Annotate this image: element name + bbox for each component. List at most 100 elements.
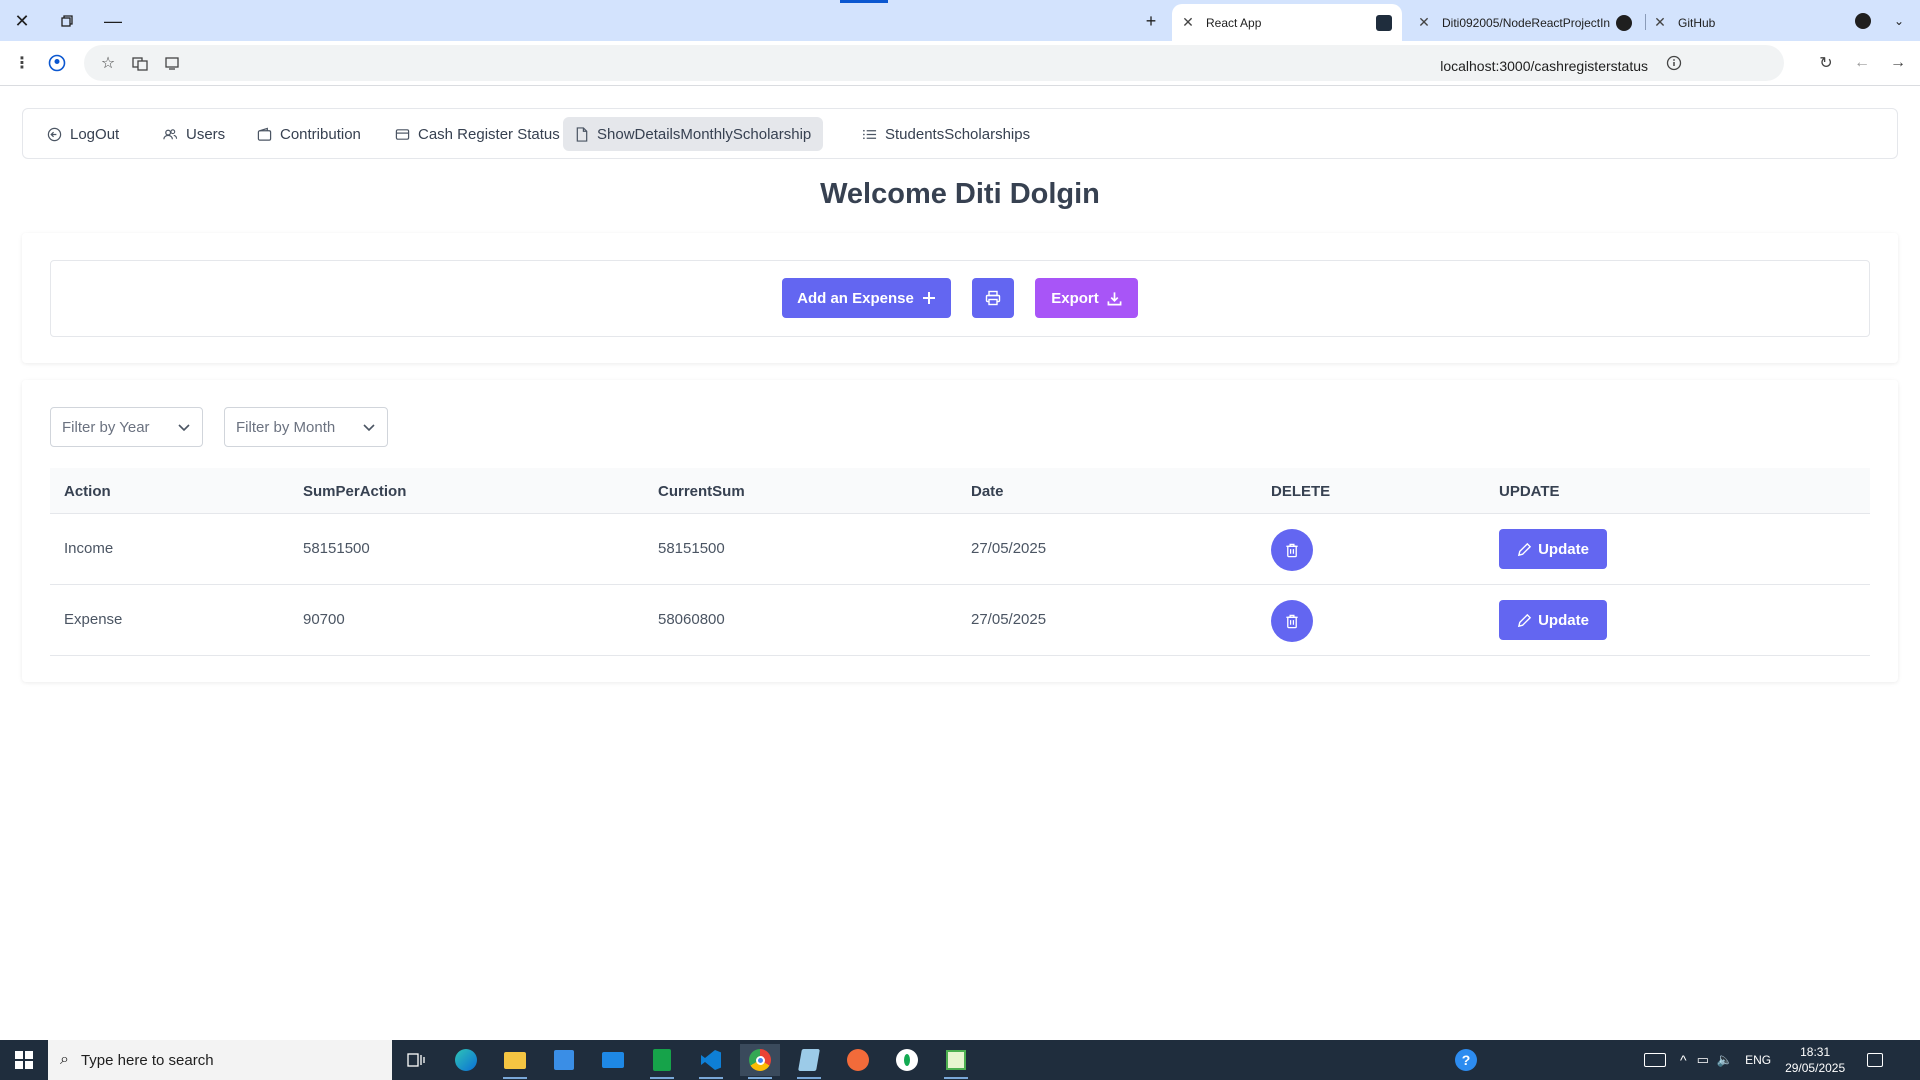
- logout-icon: [47, 127, 62, 141]
- new-tab-button[interactable]: +: [1138, 8, 1164, 34]
- nav-label: Users: [186, 125, 226, 143]
- column-header: Action: [64, 483, 111, 500]
- filter-year-placeholder: Filter by Year: [62, 418, 150, 436]
- trash-icon: [1286, 614, 1298, 628]
- update-button[interactable]: Update: [1499, 529, 1607, 569]
- bookmark-star-icon[interactable]: ☆: [98, 53, 118, 73]
- column-header: SumPerAction: [303, 483, 407, 500]
- column-header: Date: [971, 483, 1004, 500]
- clock[interactable]: 18:31 29/05/2025: [1785, 1044, 1845, 1076]
- nav-label: LogOut: [70, 125, 120, 143]
- cast-icon[interactable]: [162, 53, 182, 73]
- close-tab-icon[interactable]: ✕: [1414, 14, 1434, 31]
- task-view-icon[interactable]: [396, 1044, 436, 1076]
- back-arrow-icon[interactable]: ←: [1852, 53, 1872, 73]
- page-title: Welcome Diti Dolgin: [820, 178, 1100, 210]
- browser-tab-github-repo[interactable]: ✕ Diti092005/NodeReactProjectIn: [1414, 4, 1644, 41]
- forward-arrow-icon[interactable]: →: [1888, 53, 1908, 73]
- browser-tab-github[interactable]: ✕ GitHub: [1650, 4, 1770, 41]
- actions-toolbar: [50, 260, 1870, 337]
- nav-item-logout[interactable]: LogOut: [35, 117, 131, 151]
- nav-label: StudentsScholarships: [885, 125, 1031, 143]
- cell-date: 27/05/2025: [971, 611, 1047, 628]
- notepad-icon[interactable]: [789, 1044, 829, 1079]
- browser-tab-strip: ✕ — + ✕ React App ✕ Diti092005/NodeReact…: [0, 0, 1920, 41]
- taskbar-search-input[interactable]: ⌕ Type here to search: [48, 1040, 392, 1080]
- nav-item-students-scholarships[interactable]: StudentsScholarships: [850, 117, 1042, 151]
- delete-button[interactable]: [1271, 600, 1313, 642]
- delete-button[interactable]: [1271, 529, 1313, 571]
- nav-label: Contribution: [280, 125, 361, 143]
- vscode-icon[interactable]: [691, 1044, 731, 1079]
- microsoft-store-icon[interactable]: [544, 1044, 584, 1076]
- export-button[interactable]: Export: [1035, 278, 1138, 318]
- nav-label: ShowDetailsMonthlyScholarship: [597, 125, 812, 143]
- tab-search-chevron-icon[interactable]: ⌄: [1886, 8, 1912, 34]
- project-app-icon[interactable]: [642, 1044, 682, 1079]
- close-window-icon[interactable]: ✕: [9, 8, 35, 34]
- add-expense-button[interactable]: Add an Expense: [782, 278, 951, 318]
- list-icon: [863, 129, 877, 139]
- volume-icon[interactable]: 🔈: [1717, 1052, 1733, 1068]
- mail-icon[interactable]: [593, 1044, 633, 1076]
- column-header: CurrentSum: [658, 483, 745, 500]
- file-explorer-icon[interactable]: [495, 1044, 535, 1079]
- chrome-icon[interactable]: [740, 1044, 780, 1079]
- mongodb-compass-icon[interactable]: [887, 1044, 927, 1076]
- tab-separator: [1645, 14, 1646, 30]
- nav-item-show-details-monthly-scholarship[interactable]: ShowDetailsMonthlyScholarship: [563, 117, 824, 151]
- keyboard-icon[interactable]: [1644, 1053, 1666, 1067]
- trash-icon: [1286, 543, 1298, 557]
- help-icon[interactable]: ?: [1446, 1044, 1486, 1076]
- browser-tab-react-app[interactable]: ✕ React App: [1172, 4, 1402, 41]
- notifications-icon[interactable]: [1867, 1053, 1884, 1067]
- table-header: Action SumPerAction CurrentSum Date DELE…: [50, 468, 1870, 514]
- plus-icon: [922, 292, 935, 304]
- tray-expand-icon[interactable]: ^: [1680, 1052, 1687, 1068]
- edge-browser-icon[interactable]: [446, 1044, 486, 1076]
- printer-icon: [985, 290, 1001, 306]
- chevron-down-icon: [363, 424, 375, 432]
- nav-item-contribution[interactable]: Contribution: [245, 117, 373, 151]
- cell-action: Income: [64, 540, 114, 557]
- profile-icon[interactable]: [47, 53, 67, 73]
- pencil-icon: [1517, 613, 1532, 627]
- table-row: Income 58151500 58151500 27/05/2025 Upda…: [50, 514, 1870, 585]
- menu-dots-icon[interactable]: ⋮: [12, 53, 32, 73]
- close-tab-icon[interactable]: ✕: [1178, 14, 1198, 31]
- windows-start-icon[interactable]: [0, 1040, 48, 1080]
- filter-month-dropdown[interactable]: Filter by Month: [224, 407, 388, 447]
- cell-action: Expense: [64, 611, 123, 628]
- search-icon: ⌕: [60, 1051, 69, 1068]
- reload-icon[interactable]: ↻: [1816, 53, 1836, 73]
- print-button[interactable]: [972, 278, 1014, 318]
- cell-sum-per-action: 58151500: [303, 540, 370, 557]
- network-icon[interactable]: ▭: [1697, 1052, 1709, 1068]
- cell-current-sum: 58151500: [658, 540, 725, 557]
- system-tray: ^ ▭ 🔈 ENG 18:31 29/05/2025: [1644, 1040, 1884, 1080]
- nav-item-users[interactable]: Users: [150, 117, 237, 151]
- address-bar[interactable]: ☆ localhost:3000/cashregisterstatus: [84, 45, 1784, 81]
- nav-item-cash-register-status[interactable]: Cash Register Status: [383, 117, 572, 151]
- github-favicon-icon: [1616, 14, 1632, 31]
- close-tab-icon[interactable]: ✕: [1650, 14, 1670, 31]
- restore-window-icon[interactable]: [54, 8, 80, 34]
- filter-year-dropdown[interactable]: Filter by Year: [50, 407, 203, 447]
- postman-icon[interactable]: [838, 1044, 878, 1076]
- github-profile-icon[interactable]: [1850, 8, 1876, 34]
- table-row: Expense 90700 58060800 27/05/2025 Update: [50, 585, 1870, 656]
- update-button[interactable]: Update: [1499, 600, 1607, 640]
- translate-icon[interactable]: [130, 53, 150, 73]
- language-indicator[interactable]: ENG: [1745, 1053, 1771, 1067]
- spreadsheet-app-icon[interactable]: [936, 1044, 976, 1079]
- update-label: Update: [1538, 611, 1589, 629]
- export-label: Export: [1051, 289, 1099, 307]
- cell-current-sum: 58060800: [658, 611, 725, 628]
- clock-date: 29/05/2025: [1785, 1061, 1846, 1075]
- filter-month-placeholder: Filter by Month: [236, 418, 336, 436]
- loading-indicator: [840, 0, 888, 3]
- site-info-icon[interactable]: [1664, 53, 1684, 73]
- update-label: Update: [1538, 540, 1589, 558]
- cell-date: 27/05/2025: [971, 540, 1047, 557]
- minimize-window-icon[interactable]: —: [100, 8, 126, 34]
